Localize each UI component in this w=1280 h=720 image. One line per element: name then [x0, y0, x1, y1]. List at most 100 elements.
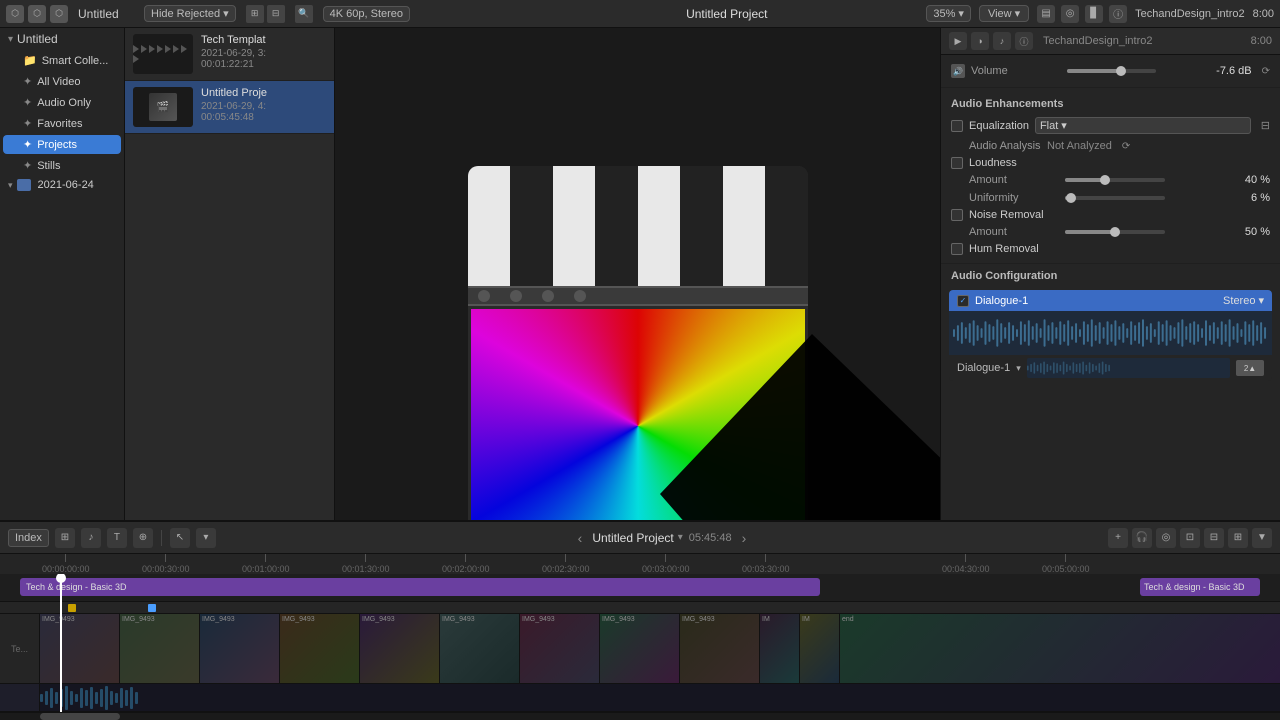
- sidebar-project-header[interactable]: ▾ Untitled: [0, 28, 124, 50]
- audio-config-header: Audio Configuration: [941, 264, 1280, 286]
- loudness-checkbox[interactable]: [951, 157, 963, 169]
- thumb-arrows-1: [133, 45, 193, 63]
- noise-removal-checkbox[interactable]: [951, 209, 963, 221]
- timeline-select-tool[interactable]: ↖: [170, 528, 190, 548]
- audio-analysis-icon[interactable]: ⟳: [1122, 141, 1130, 152]
- uniformity-thumb[interactable]: [1066, 193, 1076, 203]
- view-button[interactable]: View ▾: [979, 5, 1029, 22]
- timeline-nav-next[interactable]: ›: [738, 530, 751, 546]
- thumb-cell-4[interactable]: IMG_9493: [360, 614, 440, 683]
- timeline-mute-icon[interactable]: ◎: [1156, 528, 1176, 548]
- thumb-arrow: [149, 45, 155, 53]
- inspector-info-icon[interactable]: ⓘ: [1015, 32, 1033, 50]
- thumb-cell-5[interactable]: IMG_9493: [440, 614, 520, 683]
- ruler-mark-9: 00:04:30:00: [942, 554, 990, 574]
- noise-amount-thumb[interactable]: [1110, 227, 1120, 237]
- timeline-audio-icon[interactable]: ♪: [81, 528, 101, 548]
- sidebar-item-all-video[interactable]: ✦ All Video: [3, 72, 121, 91]
- noise-amount-slider[interactable]: [1065, 230, 1165, 234]
- inspector-icon[interactable]: ▤: [1037, 5, 1055, 23]
- thumb-arrow: [133, 45, 139, 53]
- stripe: [468, 166, 511, 286]
- uniformity-slider[interactable]: [1065, 196, 1165, 200]
- thumb-cell-2[interactable]: IMG_9493: [200, 614, 280, 683]
- search-btn[interactable]: 🔍: [295, 5, 313, 23]
- timeline-index-btn[interactable]: Index: [8, 529, 49, 547]
- thumb-cell-3[interactable]: IMG_9493: [280, 614, 360, 683]
- browser-item-2[interactable]: 🎬 Untitled Proje 2021-06-29, 4: 00:05:45…: [125, 81, 334, 134]
- zoom-selector[interactable]: 35% ▾: [926, 5, 971, 22]
- scope-icon[interactable]: ◎: [1061, 5, 1079, 23]
- thumb-cell-end[interactable]: end: [840, 614, 1280, 683]
- audio-channel-1-type[interactable]: Stereo ▾: [1223, 294, 1264, 307]
- equalization-dropdown[interactable]: Flat ▾: [1035, 117, 1251, 134]
- audio-sub-badge[interactable]: 2▲: [1236, 360, 1264, 376]
- date-group-icon: [17, 179, 31, 191]
- timeline-scrollbar[interactable]: [0, 712, 1280, 720]
- stripe: [723, 166, 766, 286]
- volume-reset-icon[interactable]: ⟳: [1262, 66, 1270, 77]
- sidebar-item-audio-only[interactable]: ✦ Audio Only: [3, 93, 121, 112]
- volume-thumb[interactable]: [1116, 66, 1126, 76]
- thumb-cell-1[interactable]: IMG_9493: [120, 614, 200, 683]
- sidebar-item-stills[interactable]: ✦ Stills: [3, 156, 121, 175]
- loudness-label: Loudness: [969, 157, 1017, 169]
- timeline-nav-prev[interactable]: ‹: [574, 530, 587, 546]
- audio-sub-expand-icon[interactable]: ▾: [1016, 363, 1021, 374]
- view-list-btn[interactable]: ⊞: [246, 5, 264, 23]
- loudness-amount-thumb[interactable]: [1100, 175, 1110, 185]
- timeline-more-icon[interactable]: ⊕: [133, 528, 153, 548]
- app-icon-1[interactable]: ⬡: [6, 5, 24, 23]
- top-bar-right-icons: ▤ ◎ ▊ ⓘ: [1037, 5, 1127, 23]
- timeline-trim-icon[interactable]: ⊟: [1204, 528, 1224, 548]
- sidebar-date-group[interactable]: ▾ 2021-06-24: [0, 176, 124, 194]
- view-grid-btn[interactable]: ⊟: [267, 5, 285, 23]
- timeline-solo-icon[interactable]: ⊡: [1180, 528, 1200, 548]
- timeline-snap-icon[interactable]: ⊞: [1228, 528, 1248, 548]
- scrollbar-thumb[interactable]: [40, 713, 120, 720]
- quality-label[interactable]: 4K 60p, Stereo: [323, 6, 410, 22]
- timeline-tool-expand[interactable]: ▾: [196, 528, 216, 548]
- timeline-clip-icon[interactable]: ⊞: [55, 528, 75, 548]
- equalization-checkbox[interactable]: [951, 120, 963, 132]
- hide-rejected-button[interactable]: Hide Rejected ▾: [144, 5, 236, 22]
- inspector-color-icon[interactable]: ◑: [971, 32, 989, 50]
- browser-item-1[interactable]: Tech Templat 2021-06-29, 3: 00:01:22:21: [125, 28, 334, 81]
- thumb-arrow: [173, 45, 179, 53]
- tl-right-icons: + 🎧 ◎ ⊡ ⊟ ⊞ ▼: [1108, 528, 1272, 548]
- timeline-zoom-in-icon[interactable]: +: [1108, 528, 1128, 548]
- thumb-cell-7[interactable]: IMG_9493: [600, 614, 680, 683]
- title-bar-1[interactable]: Tech & design - Basic 3D: [20, 578, 820, 596]
- inspector-video-icon[interactable]: ▶: [949, 32, 967, 50]
- marker-track: [0, 602, 1280, 614]
- timeline-marker-icon[interactable]: ▼: [1252, 528, 1272, 548]
- sidebar-item-favorites[interactable]: ✦ Favorites: [3, 114, 121, 133]
- sidebar-all-video-icon: ✦: [23, 75, 32, 88]
- loudness-amount-slider[interactable]: [1065, 178, 1165, 182]
- audio-analysis-value: Not Analyzed: [1047, 140, 1112, 152]
- hum-removal-checkbox[interactable]: [951, 243, 963, 255]
- equalization-expand-icon[interactable]: ⊟: [1261, 119, 1270, 132]
- marker-2[interactable]: [148, 604, 156, 612]
- audio-meter-icon[interactable]: ▊: [1085, 5, 1103, 23]
- audio-sub-waveform: [1027, 358, 1230, 378]
- volume-slider[interactable]: [1067, 69, 1156, 73]
- marker-1[interactable]: [68, 604, 76, 612]
- thumb-cell-6[interactable]: IMG_9493: [520, 614, 600, 683]
- app-icon-2[interactable]: ⬡: [28, 5, 46, 23]
- app-icon-3[interactable]: ⬡: [50, 5, 68, 23]
- inspector-audio-icon[interactable]: ♪: [993, 32, 1011, 50]
- timeline-headphones-icon[interactable]: 🎧: [1132, 528, 1152, 548]
- timeline-tracks: Tech & design - Basic 3D Tech & design -…: [0, 574, 1280, 712]
- thumb-cell-9[interactable]: IM: [760, 614, 800, 683]
- title-bar-2[interactable]: Tech & design - Basic 3D: [1140, 578, 1260, 596]
- info-icon[interactable]: ⓘ: [1109, 5, 1127, 23]
- sidebar-item-projects[interactable]: ✦ Projects: [3, 135, 121, 154]
- audio-channel-1-checkbox[interactable]: ✓: [957, 295, 969, 307]
- timeline-title-icon[interactable]: T: [107, 528, 127, 548]
- zoom-view-right: 35% ▾ View ▾ ▤ ◎ ▊ ⓘ TechandDesign_intro…: [926, 5, 1274, 23]
- thumb-cell-0[interactable]: IMG_9493: [40, 614, 120, 683]
- sidebar-item-smart-collections[interactable]: 📁 Smart Colle...: [3, 51, 121, 70]
- thumb-cell-10[interactable]: IM: [800, 614, 840, 683]
- thumb-cell-8[interactable]: IMG_9493: [680, 614, 760, 683]
